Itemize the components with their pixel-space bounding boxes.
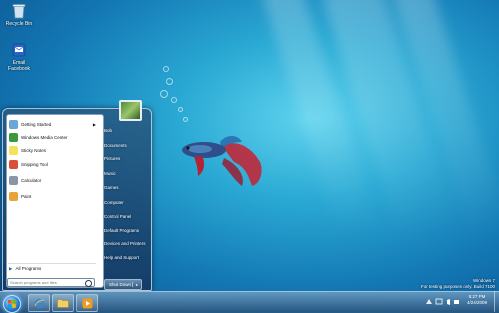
program-label: Paint bbox=[21, 194, 32, 199]
start-menu-link[interactable]: Computer bbox=[104, 200, 124, 205]
recycle-bin-icon bbox=[12, 4, 26, 19]
start-menu-program[interactable]: Calculator bbox=[7, 174, 99, 187]
triangle-right-icon: ▶ bbox=[9, 266, 13, 271]
show-desktop-button[interactable] bbox=[494, 291, 499, 312]
start-menu-program[interactable]: Windows Media Center bbox=[7, 131, 99, 144]
betta-fish-wallpaper bbox=[182, 136, 262, 186]
start-menu-link[interactable]: Default Programs bbox=[104, 228, 139, 233]
desktop-icon-label: Recycle Bin bbox=[5, 21, 33, 27]
windows-logo-icon bbox=[8, 300, 16, 308]
program-label: Calculator bbox=[21, 178, 42, 183]
start-menu-link[interactable]: Games bbox=[104, 185, 119, 190]
media-center-icon bbox=[9, 133, 18, 142]
all-programs-button[interactable]: ▶ All Programs bbox=[9, 266, 41, 272]
bubble bbox=[178, 107, 183, 112]
internet-explorer-icon bbox=[34, 298, 44, 308]
program-label: Sticky Notes bbox=[21, 148, 47, 153]
search-icon bbox=[85, 280, 92, 287]
all-programs-label: All Programs bbox=[15, 266, 42, 271]
bubble bbox=[166, 78, 173, 85]
taskbar-internet-explorer[interactable] bbox=[28, 294, 50, 312]
start-menu-program[interactable]: Getting Started ▶ bbox=[7, 118, 99, 131]
desktop-icon-email[interactable]: Email Facebook bbox=[2, 42, 36, 72]
media-player-icon bbox=[82, 298, 92, 308]
calculator-icon bbox=[9, 176, 18, 185]
start-menu-program[interactable]: Snipping Tool bbox=[7, 158, 99, 171]
clock-date: 4/24/2009 bbox=[466, 300, 488, 305]
taskbar-media-player[interactable] bbox=[76, 294, 98, 312]
getting-started-icon bbox=[9, 120, 18, 129]
system-tray-icons[interactable] bbox=[424, 298, 460, 306]
paint-icon bbox=[9, 192, 18, 201]
start-menu-program[interactable]: Paint bbox=[7, 190, 99, 203]
start-menu-program[interactable]: Sticky Notes bbox=[7, 144, 99, 157]
program-label: Snipping Tool bbox=[21, 162, 48, 167]
start-menu-link[interactable]: Music bbox=[104, 171, 116, 176]
program-label: Windows Media Center bbox=[21, 135, 68, 140]
taskbar-windows-explorer[interactable] bbox=[52, 294, 74, 312]
start-menu-link[interactable]: Help and Support bbox=[104, 255, 139, 260]
start-menu-link[interactable]: Pictures bbox=[104, 156, 120, 161]
folder-icon bbox=[57, 299, 69, 308]
bubble bbox=[160, 90, 168, 98]
chevron-right-icon[interactable]: ▸ bbox=[132, 282, 141, 287]
build-watermark: Windows 7 For testing purposes only. Bui… bbox=[421, 278, 495, 290]
snipping-tool-icon bbox=[9, 160, 18, 169]
start-menu-link[interactable]: Control Panel bbox=[104, 214, 131, 219]
email-icon bbox=[12, 43, 26, 57]
bubble bbox=[183, 117, 188, 122]
divider bbox=[8, 263, 96, 264]
user-picture[interactable] bbox=[119, 100, 142, 121]
program-label: Getting Started bbox=[21, 122, 52, 127]
search-placeholder: Search programs and files bbox=[10, 280, 57, 285]
desktop-icon-recycle-bin[interactable]: Recycle Bin bbox=[2, 3, 36, 27]
shut-down-button[interactable]: Shut Down ▸ bbox=[104, 279, 142, 290]
start-button[interactable] bbox=[3, 295, 21, 313]
watermark-build-note: For testing purposes only. Build 7100 bbox=[421, 284, 495, 289]
shut-down-label: Shut Down bbox=[109, 282, 132, 287]
submenu-arrow-icon[interactable]: ▶ bbox=[93, 122, 96, 127]
bubble bbox=[163, 66, 169, 72]
taskbar-clock[interactable]: 5:27 PM 4/24/2009 bbox=[462, 294, 492, 306]
bubble bbox=[171, 97, 177, 103]
start-search-input[interactable]: Search programs and files bbox=[7, 278, 95, 287]
start-menu-link[interactable]: Documents bbox=[104, 143, 127, 148]
start-menu-link[interactable]: Bob bbox=[104, 128, 112, 133]
sticky-notes-icon bbox=[9, 146, 18, 155]
start-menu-link[interactable]: Devices and Printers bbox=[104, 241, 146, 246]
desktop-icon-label: Email Facebook bbox=[8, 60, 30, 72]
